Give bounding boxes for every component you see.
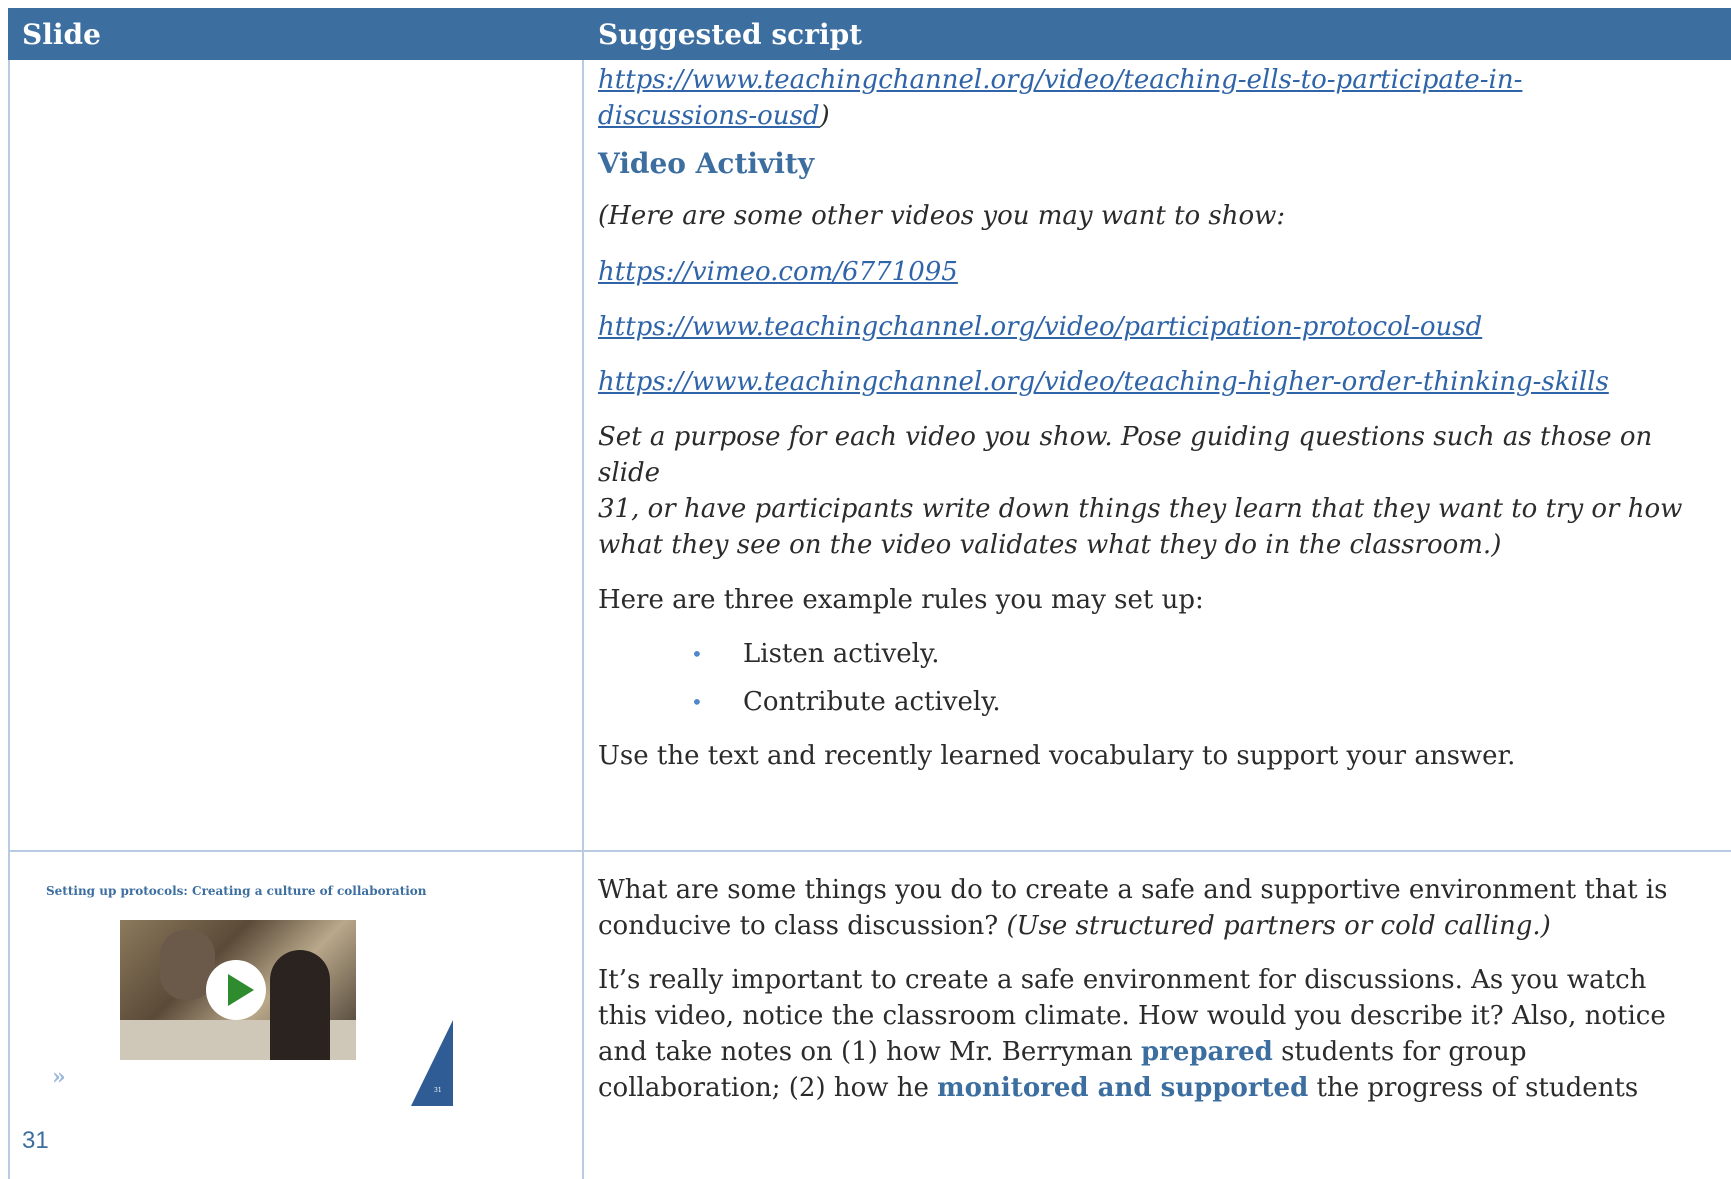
purpose-line-3: what they see on the video validates wha… (598, 530, 1502, 560)
bullet-icon: • (691, 690, 703, 714)
purpose-line-2: 31, or have participants write down thin… (598, 494, 1683, 524)
row-divider (8, 850, 1731, 852)
header-slide: Slide (22, 18, 101, 51)
link-vimeo[interactable]: https://vimeo.com/6771095 (598, 257, 958, 287)
link-participation-protocol[interactable]: https://www.teachingchannel.org/video/pa… (598, 312, 1482, 342)
row2-script: What are some things you do to create a … (598, 872, 1718, 1106)
para2-line-3: and take notes on (1) how Mr. Berryman p… (598, 1034, 1718, 1070)
text: and take notes on (1) how Mr. Berryman (598, 1037, 1141, 1067)
text: the progress of students (1308, 1073, 1639, 1103)
page-number: 31 (22, 1127, 49, 1154)
left-border (8, 60, 10, 1179)
link-higher-order-thinking[interactable]: https://www.teachingchannel.org/video/te… (598, 367, 1609, 397)
question-line-1: What are some things you do to create a … (598, 875, 1668, 905)
para2-line-2: this video, notice the classroom climate… (598, 1001, 1666, 1031)
closing-text: Use the text and recently learned vocabu… (598, 741, 1516, 771)
rule-text: Contribute actively. (743, 687, 1001, 717)
video-activity-heading: Video Activity (598, 147, 815, 180)
rules-intro: Here are three example rules you may set… (598, 585, 1204, 615)
header-suggested-script: Suggested script (598, 18, 863, 51)
link-ells-discussions-b[interactable]: discussions-ousd (598, 101, 820, 131)
emphasis-monitored-supported: monitored and supported (937, 1073, 1309, 1103)
emphasis-prepared: prepared (1140, 1037, 1273, 1067)
rule-item: • Contribute actively. (598, 684, 1718, 720)
slide-corner-triangle (411, 1020, 453, 1106)
intro-text: (Here are some other videos you may want… (598, 201, 1286, 231)
rule-text: Listen actively. (743, 639, 940, 669)
purpose-line-1: Set a purpose for each video you show. P… (598, 422, 1653, 488)
question-hint: (Use structured partners or cold calling… (1006, 911, 1551, 941)
para2-line-1: It’s really important to create a safe e… (598, 965, 1647, 995)
para2-line-4: collaboration; (2) how he monitored and … (598, 1070, 1718, 1106)
play-icon[interactable] (206, 960, 266, 1020)
text: collaboration; (2) how he (598, 1073, 938, 1103)
question-text: conducive to class discussion? (598, 911, 1007, 941)
rule-item: • Listen actively. (598, 636, 1718, 672)
slide-thumbnail-title: Setting up protocols: Creating a culture… (46, 884, 427, 898)
link-ells-discussions-a[interactable]: https://www.teachingchannel.org/video/te… (598, 65, 1522, 95)
bullet-icon: • (691, 642, 703, 666)
row1-script: https://www.teachingchannel.org/video/te… (598, 62, 1718, 774)
slide-number: 31 (434, 1087, 442, 1094)
text: students for group (1272, 1037, 1527, 1067)
column-divider (582, 60, 584, 1179)
paren-close: ) (819, 101, 830, 131)
table-header: Slide Suggested script (8, 8, 1731, 60)
chevron-right-icon: » (52, 1064, 66, 1090)
question-line-2: conducive to class discussion? (Use stru… (598, 908, 1718, 944)
